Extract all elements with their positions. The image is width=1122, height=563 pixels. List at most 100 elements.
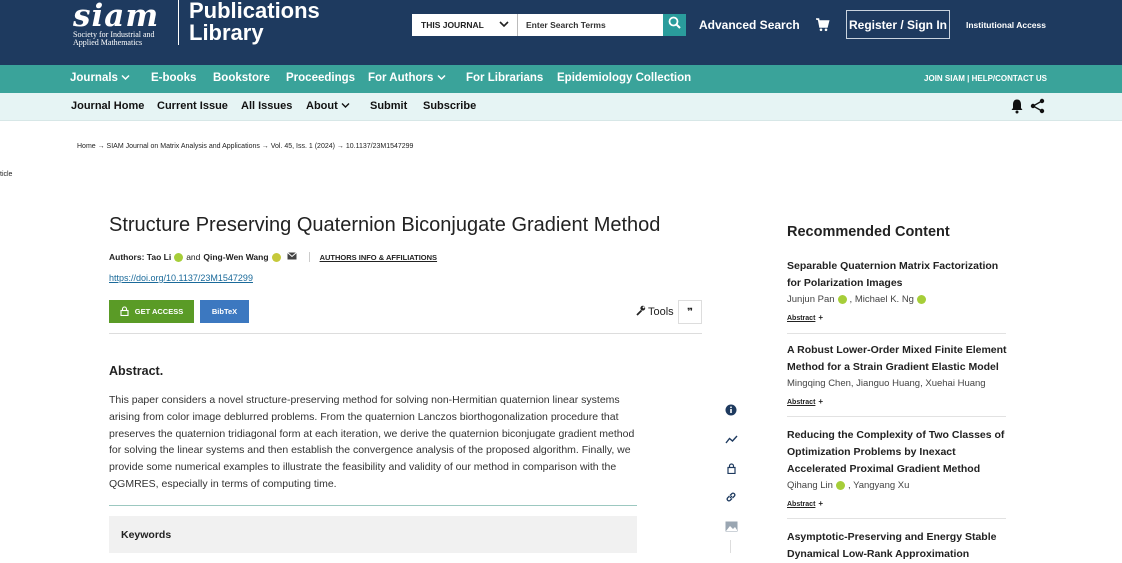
recommended-title[interactable]: Separable Quaternion Matrix Factorizatio…	[787, 258, 1007, 292]
orcid-icon[interactable]	[837, 294, 847, 304]
nav-for-authors[interactable]: For Authors	[368, 72, 446, 84]
tools-button[interactable]: Tools	[635, 305, 674, 319]
recommended-title[interactable]: A Robust Lower-Order Mixed Finite Elemen…	[787, 342, 1007, 376]
link-icon[interactable]	[720, 488, 742, 506]
chevron-down-icon	[437, 72, 446, 84]
tools-label: Tools	[648, 306, 674, 318]
author-tao-li[interactable]: Tao Li	[147, 252, 171, 262]
abstract-text: This paper considers a novel structure-p…	[109, 394, 635, 490]
chevron-down-icon	[121, 72, 130, 84]
orcid-icon[interactable]	[174, 252, 184, 262]
cite-quote-button[interactable]: ❞	[678, 300, 702, 324]
side-toolbar-line	[730, 540, 731, 553]
recommended-abstract-link[interactable]: Abstract	[787, 399, 815, 406]
recommended-heading: Recommended Content	[787, 224, 950, 240]
pub-title-line1: Publications	[189, 0, 320, 23]
search-input[interactable]	[518, 14, 663, 36]
nav-journals[interactable]: Journals	[70, 72, 130, 84]
recommended-title[interactable]: Asymptotic-Preserving and Energy Stable …	[787, 529, 1007, 563]
recommended-author[interactable]: Yangyang Xu	[853, 480, 909, 491]
doi-link[interactable]: https://doi.org/10.1137/23M1547299	[109, 273, 253, 283]
recommended-abstract-link[interactable]: Abstract	[787, 315, 815, 322]
recommended-author[interactable]: Qihang Lin	[787, 480, 833, 491]
pub-title-line2: Library	[189, 20, 264, 45]
search-scope-select[interactable]: THIS JOURNAL	[412, 14, 518, 36]
institutional-access-link[interactable]: Institutional Access	[966, 20, 1046, 30]
chevron-down-icon	[499, 19, 509, 32]
breadcrumb[interactable]: Home → SIAM Journal on Matrix Analysis a…	[77, 143, 413, 150]
search-icon	[668, 16, 681, 34]
search-button[interactable]	[663, 14, 686, 36]
bell-icon[interactable]	[1010, 98, 1024, 119]
recommended-item: A Robust Lower-Order Mixed Finite Elemen…	[787, 342, 1007, 409]
info-icon[interactable]	[720, 401, 742, 419]
abstract-heading: Abstract.	[109, 364, 164, 378]
article-type-label: ticle	[0, 171, 13, 178]
tab-journal-home[interactable]: Journal Home	[71, 100, 144, 112]
recommended-authors: Junjun Pan, Michael K. Ng	[787, 293, 1007, 307]
get-access-label: GET ACCESS	[134, 307, 184, 316]
recommended-item: Separable Quaternion Matrix Factorizatio…	[787, 258, 1007, 325]
metrics-icon[interactable]	[720, 430, 742, 448]
keywords-heading: Keywords	[121, 529, 172, 541]
recommended-author[interactable]: Michael K. Ng	[855, 294, 914, 305]
orcid-icon[interactable]	[835, 480, 845, 490]
publications-library-title[interactable]: Publications Library	[189, 0, 320, 44]
cart-icon[interactable]	[815, 17, 830, 37]
plus-icon[interactable]: +	[818, 397, 823, 406]
nav-for-librarians[interactable]: For Librarians	[466, 72, 543, 84]
recommended-authors: Qihang Lin, Yangyang Xu	[787, 480, 910, 491]
orcid-icon[interactable]	[916, 294, 926, 304]
orcid-icon[interactable]	[271, 252, 281, 262]
image-icon[interactable]	[720, 517, 742, 535]
bibtex-button[interactable]: BibTeX	[200, 300, 249, 323]
join-help-links[interactable]: JOIN SIAM | HELP/CONTACT US	[924, 74, 1047, 83]
nav-epidemiology-collection[interactable]: Epidemiology Collection	[557, 72, 691, 84]
recommended-title[interactable]: Reducing the Complexity of Two Classes o…	[787, 427, 1007, 478]
advanced-search-link[interactable]: Advanced Search	[699, 18, 800, 32]
search-bar: THIS JOURNAL	[412, 14, 686, 36]
nav-ebooks[interactable]: E-books	[151, 72, 196, 84]
recommended-item: Reducing the Complexity of Two Classes o…	[787, 427, 1007, 511]
nav-journals-label: Journals	[70, 72, 118, 84]
main-nav: Journals E-books Bookstore Proceedings F…	[0, 65, 1122, 93]
recommended-author[interactable]: Junjun Pan	[787, 294, 835, 305]
plus-icon[interactable]: +	[818, 313, 823, 322]
keywords-section[interactable]: Keywords	[109, 516, 637, 553]
divider	[109, 333, 702, 334]
register-sign-in-button[interactable]: Register / Sign In	[846, 10, 950, 39]
siam-logo[interactable]: siam Society for Industrial and Applied …	[73, 0, 169, 47]
tab-all-issues[interactable]: All Issues	[241, 100, 292, 112]
share-icon[interactable]	[1030, 98, 1045, 119]
lock-icon	[120, 305, 129, 318]
recommended-divider	[787, 518, 1006, 519]
top-header: siam Society for Industrial and Applied …	[0, 0, 1122, 65]
recommended-abstract-link[interactable]: Abstract	[787, 501, 815, 508]
recommended-author[interactable]: Mingqing Chen, Jianguo Huang, Xuehai Hua…	[787, 378, 986, 389]
get-access-button[interactable]: GET ACCESS	[109, 300, 194, 323]
chevron-down-icon	[341, 100, 350, 112]
and-text: and	[186, 252, 201, 262]
authors-separator	[308, 252, 310, 262]
tab-subscribe[interactable]: Subscribe	[423, 100, 476, 112]
recommended-item: Asymptotic-Preserving and Energy Stable …	[787, 529, 1007, 563]
nav-proceedings[interactable]: Proceedings	[286, 72, 355, 84]
tab-submit[interactable]: Submit	[370, 100, 407, 112]
authors-line: Authors: Tao Li and Qing-Wen Wang AUTHOR…	[109, 252, 437, 262]
logo-subtitle-line2: Applied Mathematics	[73, 38, 143, 47]
tab-current-issue[interactable]: Current Issue	[157, 100, 228, 112]
recommended-divider	[787, 416, 1006, 417]
nav-bookstore[interactable]: Bookstore	[213, 72, 270, 84]
author-qing-wen-wang[interactable]: Qing-Wen Wang	[203, 252, 268, 262]
plus-icon[interactable]: +	[818, 499, 823, 508]
article-title: Structure Preserving Quaternion Biconjug…	[109, 214, 661, 236]
tab-about-label: About	[306, 100, 338, 112]
abstract-divider	[109, 505, 637, 506]
journal-nav-icons	[1010, 98, 1045, 119]
authors-info-affiliations-link[interactable]: AUTHORS INFO & AFFILIATIONS	[320, 253, 438, 262]
mail-icon[interactable]	[286, 252, 297, 262]
logo-wordmark: siam	[73, 0, 160, 34]
lock-icon[interactable]	[720, 459, 742, 477]
recommended-divider	[787, 333, 1006, 334]
tab-about[interactable]: About	[306, 100, 350, 112]
